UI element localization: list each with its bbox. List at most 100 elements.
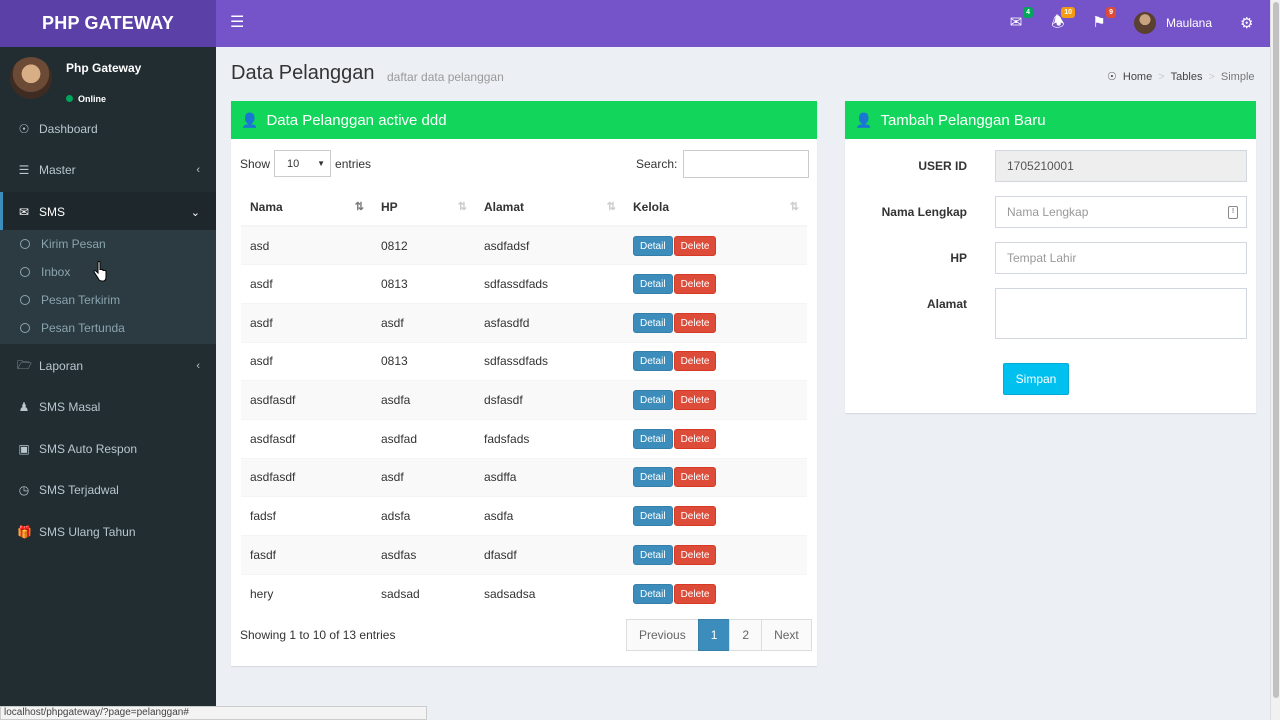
gears-icon[interactable]: ⚙ xyxy=(1240,14,1253,32)
entries-select[interactable]: 10 ▼ xyxy=(274,150,332,177)
sidebar-item-sms-auto-respon[interactable]: ▣ SMS Auto Respon xyxy=(0,429,216,469)
hp-field[interactable]: Tempat Lahir xyxy=(995,242,1247,274)
breadcrumb-home[interactable]: Home xyxy=(1123,71,1152,83)
users-icon: ♟ xyxy=(18,400,30,414)
delete-button[interactable]: Delete xyxy=(673,428,717,449)
cell-nama: asd xyxy=(241,225,372,265)
delete-button[interactable]: Delete xyxy=(673,351,717,372)
delete-button[interactable]: Delete xyxy=(673,506,717,527)
submenu-item-label: Pesan Terkirim xyxy=(41,293,121,307)
field-placeholder: Nama Lengkap xyxy=(1007,205,1089,219)
entries-label: entries xyxy=(335,156,372,171)
column-header-kelola[interactable]: Kelola ⇅ xyxy=(624,188,807,227)
delete-button[interactable]: Delete xyxy=(673,312,717,333)
cell-hp: asdf xyxy=(372,302,475,343)
cell-hp: asdfad xyxy=(372,418,475,459)
cell-hp: asdfas xyxy=(372,535,475,575)
cell-nama: asdfasdf xyxy=(241,457,372,497)
delete-button[interactable]: Delete xyxy=(673,274,717,295)
chevron-left-icon: ‹ xyxy=(196,360,200,372)
cell-hp: asdf xyxy=(372,457,475,497)
sidebar-item-sms-ulang-tahun[interactable]: 🎁 SMS Ulang Tahun xyxy=(0,512,216,552)
cell-nama: asdf xyxy=(241,302,372,343)
detail-button[interactable]: Detail xyxy=(633,351,673,372)
user-status: Online xyxy=(66,94,106,104)
cell-kelola: Detail Delete xyxy=(624,225,807,265)
delete-button[interactable]: Delete xyxy=(673,583,717,604)
submenu-item-label: Kirim Pesan xyxy=(41,237,106,251)
detail-button[interactable]: Detail xyxy=(633,274,673,295)
bell-icon[interactable]: 🕭 10 xyxy=(1048,7,1075,33)
cell-kelola: Detail Delete xyxy=(624,418,807,459)
detail-button[interactable]: Detail xyxy=(633,390,673,411)
delete-button[interactable]: Delete xyxy=(673,467,717,488)
circle-icon xyxy=(20,239,30,249)
alamat-textarea[interactable] xyxy=(995,288,1247,339)
cell-alamat: sadsadsa xyxy=(475,573,624,613)
sidebar-item-master[interactable]: ☰ Master ‹ xyxy=(0,150,216,190)
delete-button[interactable]: Delete xyxy=(673,390,717,411)
sort-icon: ⇅ xyxy=(457,201,467,213)
column-header-alamat[interactable]: Alamat ⇅ xyxy=(475,188,624,227)
pagination-page-1[interactable]: 1 xyxy=(697,619,731,651)
cell-alamat: asdffa xyxy=(475,457,624,497)
clock-icon: ◷ xyxy=(18,483,30,497)
detail-button[interactable]: Detail xyxy=(633,583,673,604)
pagination-page-2[interactable]: 2 xyxy=(729,619,763,651)
submenu-item-label: Inbox xyxy=(41,265,71,279)
flag-icon[interactable]: ⚑ 9 xyxy=(1089,7,1116,33)
cell-alamat: asdfa xyxy=(475,496,624,536)
table-row: hery sadsad sadsadsa Detail Delete xyxy=(241,573,807,613)
submenu-item-pesan-terkirim[interactable]: Pesan Terkirim xyxy=(0,286,216,314)
detail-button[interactable]: Detail xyxy=(633,467,673,488)
hamburger-icon[interactable]: ☰ xyxy=(230,14,244,32)
column-label: Nama xyxy=(250,199,283,214)
sidebar-item-sms[interactable]: ✉ SMS ⌄ xyxy=(0,192,216,232)
entries-length-control: Show 10 ▼ entries xyxy=(240,150,371,177)
online-dot-icon xyxy=(66,95,73,102)
cell-alamat: asfasdfd xyxy=(475,302,624,343)
home-icon: ☉ xyxy=(1107,71,1117,83)
delete-button[interactable]: Delete xyxy=(673,235,717,256)
pagination-next[interactable]: Next xyxy=(761,619,812,651)
cell-hp: 0813 xyxy=(372,264,475,304)
detail-button[interactable]: Detail xyxy=(633,312,673,333)
breadcrumb-tables[interactable]: Tables xyxy=(1171,71,1203,83)
submenu-item-pesan-tertunda[interactable]: Pesan Tertunda xyxy=(0,314,216,342)
submenu-item-inbox[interactable]: Inbox xyxy=(0,258,216,286)
delete-button[interactable]: Delete xyxy=(673,544,717,565)
box-title: Data Pelanggan active ddd xyxy=(266,111,447,129)
sidebar-item-dashboard[interactable]: ☉ Dashboard xyxy=(0,109,216,149)
scrollbar-thumb[interactable] xyxy=(1273,2,1279,698)
add-customer-box: 👤 Tambah Pelanggan Baru USER ID 170521000… xyxy=(845,101,1256,413)
sidebar-item-label: Laporan xyxy=(39,359,84,373)
circle-icon xyxy=(20,323,30,333)
submenu-item-kirim-pesan[interactable]: Kirim Pesan xyxy=(0,230,216,258)
cell-nama: fasdf xyxy=(241,535,372,575)
user-menu[interactable]: Maulana xyxy=(1134,12,1212,34)
column-header-nama[interactable]: Nama ⇅ xyxy=(241,188,372,227)
user-name: Maulana xyxy=(1166,16,1213,30)
column-header-hp[interactable]: HP ⇅ xyxy=(372,188,475,227)
pagination-previous[interactable]: Previous xyxy=(626,619,699,651)
save-button[interactable]: Simpan xyxy=(1003,363,1069,395)
search-input[interactable] xyxy=(683,150,810,178)
detail-button[interactable]: Detail xyxy=(633,544,673,565)
hp-label: HP xyxy=(950,251,967,265)
sidebar-user-name: Php Gateway xyxy=(66,61,142,75)
page-scrollbar[interactable] xyxy=(1270,0,1280,720)
nama-lengkap-field[interactable]: Nama Lengkap! xyxy=(995,196,1247,228)
cell-nama: asdf xyxy=(241,264,372,304)
autofill-icon[interactable]: ! xyxy=(1228,206,1238,219)
detail-button[interactable]: Detail xyxy=(633,506,673,527)
breadcrumb-separator: > xyxy=(1158,70,1165,83)
sidebar-item-sms-masal[interactable]: ♟ SMS Masal xyxy=(0,387,216,427)
sidebar-item-sms-terjadwal[interactable]: ◷ SMS Terjadwal xyxy=(0,470,216,510)
sidebar-item-laporan[interactable]: 🗁 Laporan ‹ xyxy=(0,346,216,386)
detail-button[interactable]: Detail xyxy=(633,428,673,449)
customer-table: Nama ⇅ HP ⇅ Alamat ⇅ Kelola ⇅ asd 0812 asdfads… xyxy=(241,188,807,613)
user-id-field: 1705210001 xyxy=(995,150,1247,182)
app-logo[interactable]: PHP GATEWAY xyxy=(0,0,216,47)
detail-button[interactable]: Detail xyxy=(633,235,673,256)
envelope-icon[interactable]: ✉ 4 xyxy=(1006,7,1033,33)
